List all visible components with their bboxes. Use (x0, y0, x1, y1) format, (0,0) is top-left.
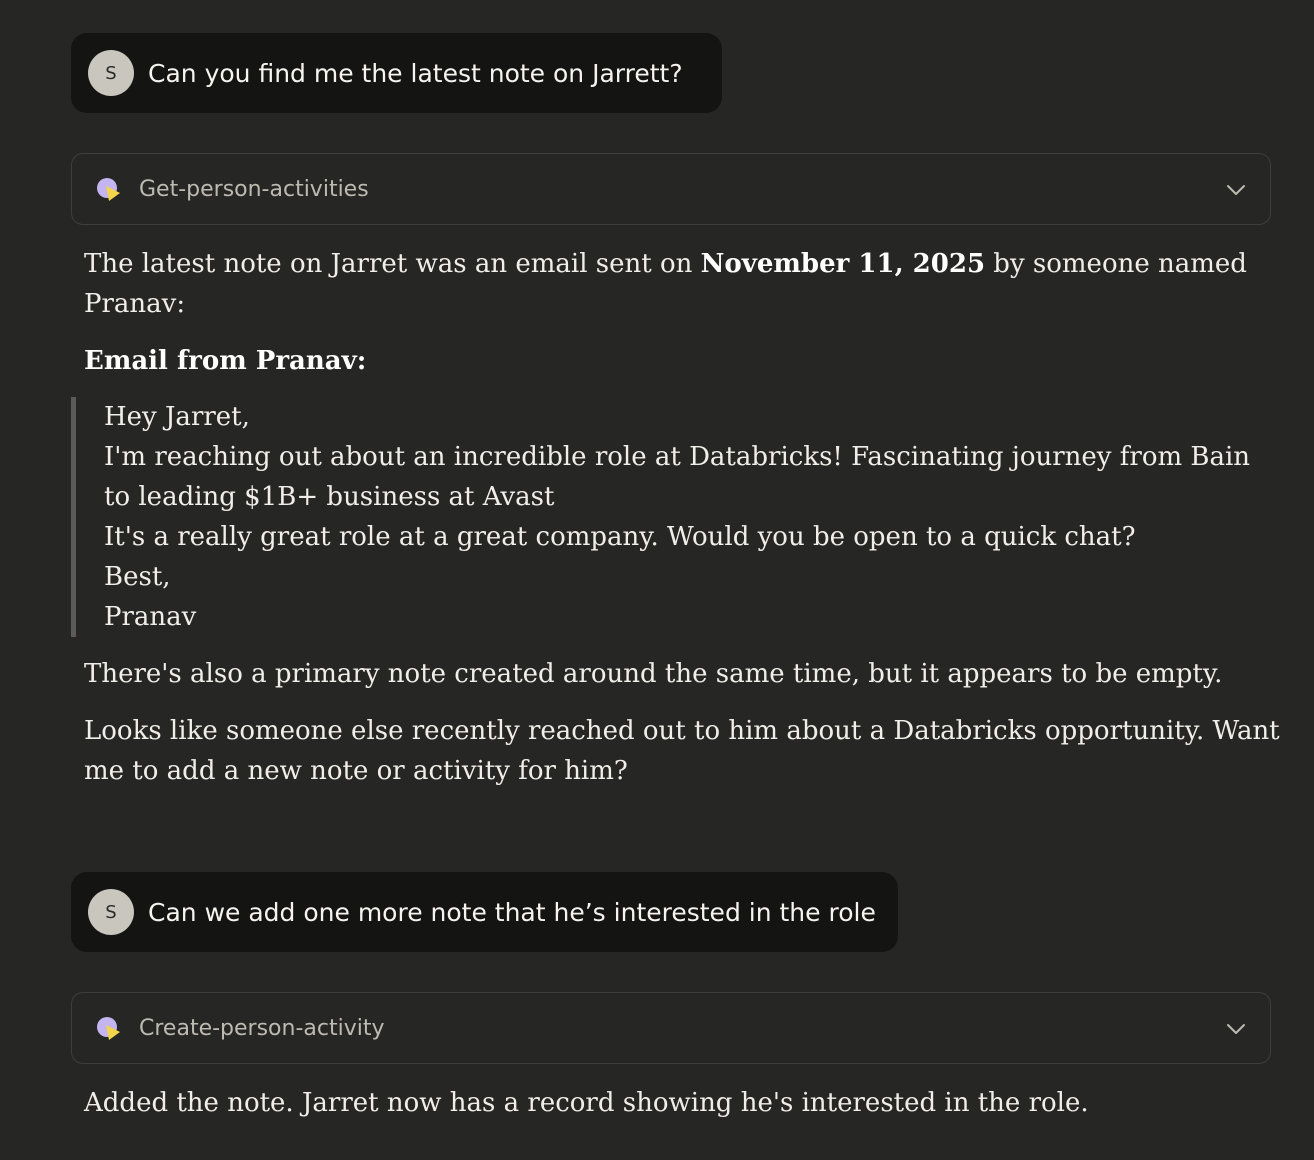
chevron-down-icon[interactable] (1224, 1017, 1248, 1041)
tool-pie-icon (97, 178, 120, 201)
intro-text-after: by someone named (985, 249, 1247, 279)
assistant-paragraph-followup: Looks like someone else recently reached… (84, 711, 1280, 791)
paragraph-text: Looks like someone else recently reached… (84, 716, 1280, 746)
tool-call-label: Get-person-activities (139, 176, 369, 202)
chevron-down-icon[interactable] (1224, 178, 1248, 202)
email-heading: Email from Pranav: (84, 341, 366, 381)
assistant-paragraph-empty-note: There's also a primary note created arou… (84, 654, 1222, 694)
paragraph-text: Added the note. Jarret now has a record … (84, 1088, 1089, 1118)
email-heading-text: Email from Pranav: (84, 346, 367, 376)
paragraph-text: me to add a new note or activity for him… (84, 756, 628, 786)
tool-call-get-person-activities[interactable]: Get-person-activities (71, 153, 1271, 225)
tool-call-label: Create-person-activity (139, 1015, 385, 1041)
email-date: November 11, 2025 (700, 249, 986, 279)
email-line: I'm reaching out about an incredible rol… (104, 442, 1251, 472)
intro-text: The latest note on Jarret was an email s… (84, 249, 701, 279)
email-line: Best, (104, 562, 171, 592)
user-avatar: S (88, 889, 134, 935)
email-line: Hey Jarret, (104, 402, 250, 432)
paragraph-text: There's also a primary note created arou… (84, 659, 1223, 689)
user-message-1: S Can you find me the latest note on Jar… (71, 33, 722, 113)
tool-pie-icon (97, 1017, 120, 1040)
email-blockquote: Hey Jarret, I'm reaching out about an in… (71, 397, 1251, 637)
user-message-text: Can we add one more note that he’s inter… (148, 897, 876, 927)
intro-text-line2: Pranav: (84, 289, 186, 319)
assistant-reply-confirmation: Added the note. Jarret now has a record … (84, 1083, 1089, 1123)
user-avatar: S (88, 50, 134, 96)
tool-call-create-person-activity[interactable]: Create-person-activity (71, 992, 1271, 1064)
email-line: Pranav (104, 602, 197, 632)
assistant-reply-intro: The latest note on Jarret was an email s… (84, 244, 1247, 324)
email-line: to leading $1B+ business at Avast (104, 482, 555, 512)
user-message-text: Can you find me the latest note on Jarre… (148, 58, 683, 88)
email-line: It's a really great role at a great comp… (104, 522, 1136, 552)
user-message-2: S Can we add one more note that he’s int… (71, 872, 898, 952)
